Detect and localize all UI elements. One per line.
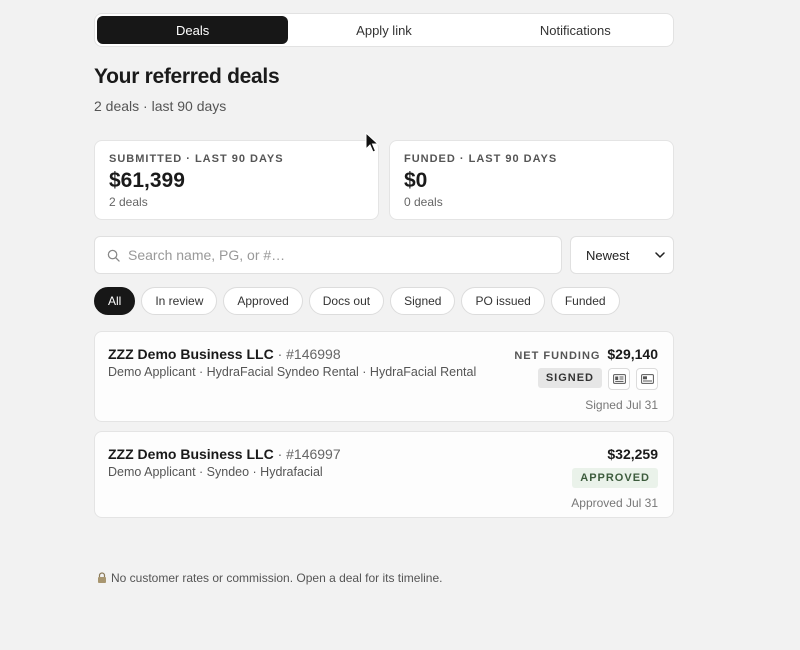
search-box (94, 236, 562, 274)
tab-bar: Deals Apply link Notifications (94, 13, 674, 47)
filter-po-issued[interactable]: PO issued (461, 287, 545, 315)
deal-card[interactable]: ZZZ Demo Business LLC · #146998 Demo App… (94, 331, 674, 422)
deal-business-name: ZZZ Demo Business LLC (108, 346, 274, 362)
filter-signed[interactable]: Signed (390, 287, 456, 315)
filter-approved[interactable]: Approved (223, 287, 303, 315)
tab-apply-link[interactable]: Apply link (288, 16, 479, 44)
filter-in-review[interactable]: In review (141, 287, 218, 315)
sort-select-value: Newest (586, 247, 630, 263)
sort-select[interactable]: Newest (570, 236, 674, 274)
deal-amount-line: $32,259 (571, 446, 658, 462)
deal-amount-line: NET FUNDING $29,140 (514, 346, 658, 362)
page-title: Your referred deals (94, 65, 280, 88)
stats-row: SUBMITTED · LAST 90 DAYS $61,399 2 deals… (94, 140, 674, 220)
status-badge: APPROVED (572, 468, 658, 488)
deal-title: ZZZ Demo Business LLC · #146998 (108, 346, 341, 362)
deal-meta: Demo Applicant · HydraFacial Syndeo Rent… (108, 365, 477, 379)
deal-summary: NET FUNDING $29,140 SIGNED Signed Jul 31 (514, 346, 658, 412)
page-subtitle: 2 deals · last 90 days (94, 98, 227, 114)
stat-sub: 2 deals (109, 195, 148, 209)
deal-business-name: ZZZ Demo Business LLC (108, 446, 274, 462)
deal-badges: APPROVED (571, 468, 658, 488)
stat-label: SUBMITTED · LAST 90 DAYS (109, 153, 284, 165)
deal-date: Approved Jul 31 (571, 496, 658, 510)
deal-meta: Demo Applicant · Syndeo · Hydrafacial (108, 465, 323, 479)
lock-icon (98, 572, 106, 583)
deal-badges: SIGNED (514, 368, 658, 390)
submitted-stat-card: SUBMITTED · LAST 90 DAYS $61,399 2 deals (94, 140, 379, 220)
footer-note: No customer rates or commission. Open a … (96, 571, 442, 585)
tab-deals[interactable]: Deals (97, 16, 289, 44)
deal-amount: $29,140 (607, 346, 658, 362)
deal-number: · #146998 (277, 346, 341, 362)
search-input[interactable] (128, 247, 549, 263)
filter-funded[interactable]: Funded (550, 287, 620, 315)
filter-docs-out[interactable]: Docs out (308, 287, 385, 315)
funded-stat-card: FUNDED · LAST 90 DAYS $0 0 deals (389, 140, 674, 220)
tab-notifications[interactable]: Notifications (480, 16, 671, 44)
search-row: Newest (94, 236, 674, 274)
deal-card[interactable]: ZZZ Demo Business LLC · #146997 Demo App… (94, 431, 674, 518)
stat-sub: 0 deals (404, 195, 443, 209)
deal-title: ZZZ Demo Business LLC · #146997 (108, 446, 341, 462)
deal-amount: $32,259 (607, 446, 658, 462)
stat-label: FUNDED · LAST 90 DAYS (404, 153, 558, 165)
deal-number: · #146997 (277, 446, 341, 462)
footer-text: No customer rates or commission. Open a … (111, 571, 443, 585)
stat-value: $0 (404, 169, 428, 192)
status-badge: SIGNED (537, 368, 602, 388)
card-icon (640, 374, 654, 384)
search-icon (107, 249, 120, 262)
net-funding-label: NET FUNDING (514, 350, 601, 362)
card-button[interactable] (636, 368, 658, 390)
deal-date: Signed Jul 31 (585, 398, 658, 412)
deal-summary: $32,259 APPROVED Approved Jul 31 (571, 446, 658, 510)
chevron-down-icon (655, 252, 665, 258)
mouse-cursor-icon (365, 132, 379, 153)
stat-value: $61,399 (109, 169, 185, 192)
id-card-icon (612, 374, 626, 384)
filter-all[interactable]: All (94, 287, 136, 315)
status-filters: All In review Approved Docs out Signed P… (94, 287, 620, 315)
id-card-button[interactable] (608, 368, 630, 390)
